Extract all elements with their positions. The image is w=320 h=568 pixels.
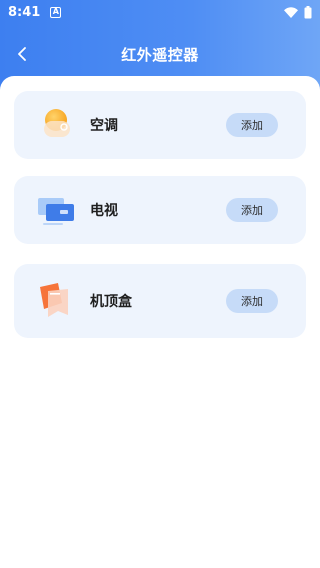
nav-bar: 红外遥控器	[0, 38, 320, 70]
wifi-icon	[284, 6, 298, 18]
device-label: 机顶盒	[90, 294, 132, 310]
add-air-conditioner-button[interactable]: 添加	[226, 113, 278, 137]
device-card-set-top-box: 机顶盒 添加	[14, 264, 306, 338]
tv-icon	[36, 190, 76, 230]
device-label: 空调	[90, 118, 118, 134]
device-list: 空调 添加 电视 添加 机顶盒 添加	[0, 76, 320, 568]
back-button[interactable]	[10, 42, 34, 66]
page-title: 红外遥控器	[121, 45, 199, 64]
status-icons	[284, 5, 312, 19]
device-card-air-conditioner: 空调 添加	[14, 91, 306, 159]
chevron-left-icon	[18, 47, 26, 61]
status-time: 8:41	[8, 4, 41, 20]
set-top-box-icon	[36, 281, 76, 321]
add-set-top-box-button[interactable]: 添加	[226, 289, 278, 313]
battery-icon	[304, 5, 312, 18]
status-bar: 8:41 A	[0, 0, 320, 24]
device-card-tv: 电视 添加	[14, 176, 306, 244]
notification-badge: A	[50, 6, 62, 18]
device-label: 电视	[90, 203, 118, 219]
air-conditioner-icon	[36, 105, 76, 145]
add-tv-button[interactable]: 添加	[226, 198, 278, 222]
